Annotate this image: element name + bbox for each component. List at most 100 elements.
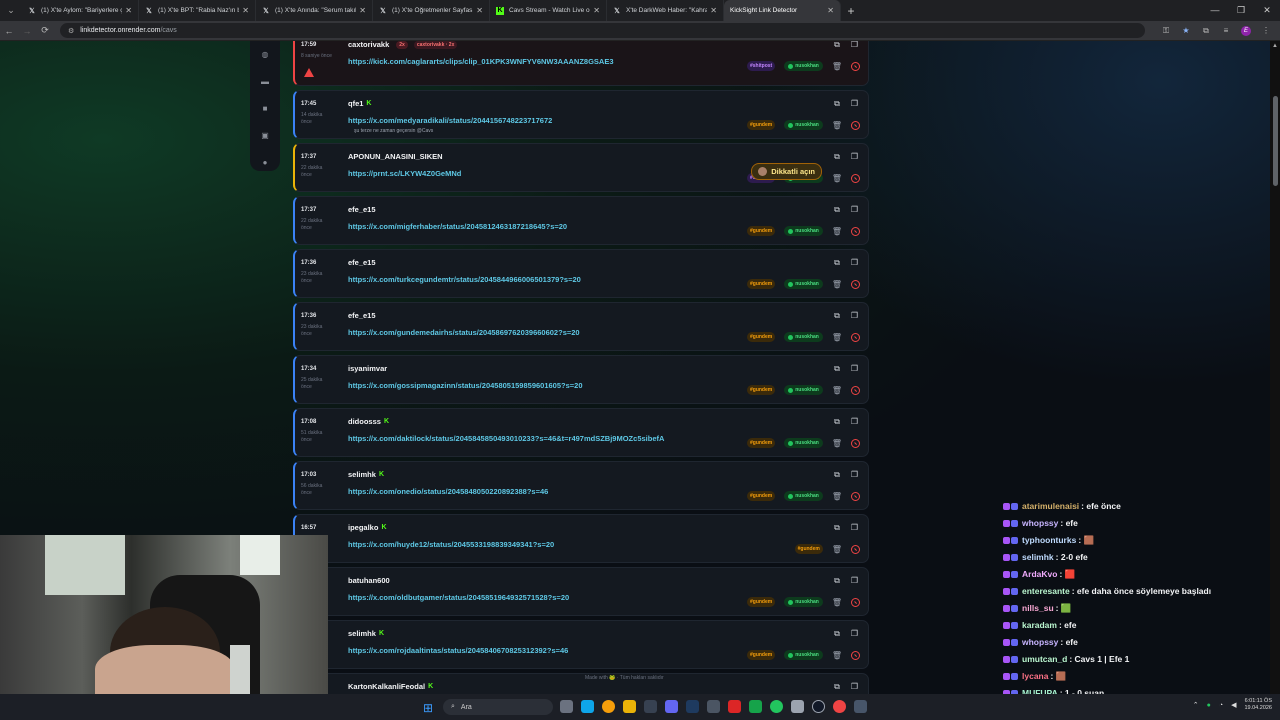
ban-icon[interactable] bbox=[851, 279, 860, 289]
ban-icon[interactable] bbox=[851, 438, 860, 448]
forward-icon[interactable]: → bbox=[18, 26, 36, 36]
chat-username[interactable]: enteresante bbox=[1022, 583, 1070, 600]
card-link[interactable]: https://x.com/huyde12/status/20455331988… bbox=[348, 540, 554, 549]
copy-icon[interactable]: ❐ bbox=[851, 576, 858, 586]
delete-icon[interactable]: 🗑 bbox=[832, 651, 842, 660]
card-link[interactable]: https://prnt.sc/LKYW4Z0GeMNd bbox=[348, 169, 461, 178]
category-tag[interactable]: #gundem bbox=[746, 226, 776, 236]
browser-tab[interactable]: KickSight Link Detector ✕ bbox=[724, 0, 841, 21]
maximize-icon[interactable]: ❐ bbox=[1228, 0, 1254, 21]
chat-username[interactable]: selimhk bbox=[1022, 549, 1054, 566]
whatsapp-app-icon[interactable] bbox=[749, 700, 762, 713]
category-tag[interactable]: #gundem bbox=[746, 332, 776, 342]
chat-username[interactable]: typhoonturks bbox=[1022, 532, 1076, 549]
windows-start-icon[interactable]: ⊞ bbox=[423, 701, 433, 715]
browser-tab[interactable]: 𝕏 X'te DarkWeb Haber: "Kahraman✕ bbox=[607, 0, 724, 21]
category-tag[interactable]: #gundem bbox=[746, 279, 776, 289]
copy-icon[interactable]: ❐ bbox=[851, 523, 858, 533]
ban-icon[interactable] bbox=[851, 332, 860, 342]
extensions-icon[interactable]: ⧉ bbox=[1196, 26, 1216, 36]
open-external-icon[interactable]: ⧉ bbox=[834, 311, 840, 321]
chat-username[interactable]: whopssy bbox=[1022, 634, 1058, 651]
explorer-app-icon[interactable] bbox=[560, 700, 573, 713]
spotify-app-icon[interactable] bbox=[770, 700, 783, 713]
open-external-icon[interactable]: ⧉ bbox=[834, 205, 840, 215]
app-icon[interactable] bbox=[707, 700, 720, 713]
delete-icon[interactable]: 🗑 bbox=[832, 386, 842, 395]
reload-icon[interactable]: ⟳ bbox=[36, 25, 54, 36]
copy-icon[interactable]: ❐ bbox=[851, 364, 858, 374]
chat-username[interactable]: whopssy bbox=[1022, 515, 1058, 532]
close-tab-icon[interactable]: ✕ bbox=[125, 6, 132, 15]
globe-icon[interactable]: ◍ bbox=[262, 41, 269, 68]
close-tab-icon[interactable]: ✕ bbox=[710, 6, 717, 15]
copy-icon[interactable]: ❐ bbox=[851, 682, 858, 692]
category-tag[interactable]: #gundem bbox=[746, 120, 776, 130]
close-tab-icon[interactable]: ✕ bbox=[359, 6, 366, 15]
ban-icon[interactable] bbox=[851, 385, 860, 395]
copy-icon[interactable]: ❐ bbox=[851, 152, 858, 162]
chat-username[interactable]: karadam bbox=[1022, 617, 1057, 634]
chrome-app-icon[interactable] bbox=[833, 700, 846, 713]
app-icon[interactable] bbox=[644, 700, 657, 713]
card-link[interactable]: https://x.com/migferhaber/status/2045812… bbox=[348, 222, 567, 231]
open-external-icon[interactable]: ⧉ bbox=[834, 152, 840, 162]
tray-app-icon[interactable]: ● bbox=[1207, 702, 1211, 709]
chat-username[interactable]: ArdaKvo bbox=[1022, 566, 1057, 583]
minimize-icon[interactable]: — bbox=[1202, 0, 1228, 21]
bookmark-star-icon[interactable]: ★ bbox=[1176, 26, 1196, 35]
category-tag[interactable]: #gundem bbox=[746, 491, 776, 501]
camera-icon[interactable]: ■ bbox=[263, 95, 268, 122]
copy-icon[interactable]: ❐ bbox=[851, 629, 858, 639]
delete-icon[interactable]: 🗑 bbox=[832, 227, 842, 236]
app-icon[interactable] bbox=[854, 700, 867, 713]
browser-tab[interactable]: 𝕏 (1) X'te Öğretmenler Sayfası "F ✕ bbox=[373, 0, 490, 21]
category-tag[interactable]: #gundem bbox=[794, 544, 823, 554]
delete-icon[interactable]: 🗑 bbox=[832, 492, 842, 501]
open-external-icon[interactable]: ⧉ bbox=[834, 41, 840, 50]
taskbar-clock[interactable]: 6:01:11 ÖS 19.04.2026 bbox=[1244, 698, 1272, 712]
circle-icon[interactable]: ● bbox=[263, 149, 268, 176]
delete-icon[interactable]: 🗑 bbox=[832, 121, 842, 130]
category-tag[interactable]: #shitpost bbox=[746, 61, 776, 71]
close-tab-icon[interactable]: ✕ bbox=[827, 6, 834, 15]
browser-tab[interactable]: 𝕏 (1) X'te BPT: "Rabia Naz'ın baba✕ bbox=[139, 0, 256, 21]
media-icon[interactable]: ≡ bbox=[1216, 26, 1236, 35]
category-tag[interactable]: #gundem bbox=[746, 597, 776, 607]
open-external-icon[interactable]: ⧉ bbox=[834, 682, 840, 692]
close-window-icon[interactable]: ✕ bbox=[1254, 0, 1280, 21]
site-info-icon[interactable]: ⚙ bbox=[68, 27, 74, 35]
card-link[interactable]: https://x.com/medyaradikali/status/20441… bbox=[348, 116, 552, 125]
ban-icon[interactable] bbox=[851, 120, 860, 130]
browser-tab[interactable]: 𝕏 (1) X'te Anında: "Serum takılı ol ✕ bbox=[256, 0, 373, 21]
delete-icon[interactable]: 🗑 bbox=[832, 598, 842, 607]
category-tag[interactable]: #gundem bbox=[746, 385, 776, 395]
card-link[interactable]: https://x.com/rojdaaltintas/status/20458… bbox=[348, 646, 568, 655]
ban-icon[interactable] bbox=[851, 597, 860, 607]
close-tab-icon[interactable]: ✕ bbox=[476, 6, 483, 15]
chat-username[interactable]: atarimulenaisi bbox=[1022, 498, 1079, 515]
wifi-icon[interactable]: ◔ bbox=[1219, 702, 1223, 709]
image-icon[interactable]: ▣ bbox=[261, 122, 269, 149]
scroll-up-icon[interactable]: ▲ bbox=[1272, 43, 1278, 49]
card-link[interactable]: https://x.com/daktilock/status/204584585… bbox=[348, 434, 664, 443]
card-link[interactable]: https://x.com/oldbutgamer/status/2045851… bbox=[348, 593, 569, 602]
ban-icon[interactable] bbox=[851, 173, 860, 183]
chat-username[interactable]: nills_su bbox=[1022, 600, 1054, 617]
open-external-icon[interactable]: ⧉ bbox=[834, 364, 840, 374]
discord-app-icon[interactable] bbox=[665, 700, 678, 713]
browser-tab[interactable]: K Cavs Stream - Watch Live on Kic✕ bbox=[490, 0, 607, 21]
delete-icon[interactable]: 🗑 bbox=[832, 62, 842, 71]
delete-icon[interactable]: 🗑 bbox=[832, 280, 842, 289]
ban-icon[interactable] bbox=[851, 491, 860, 501]
steam-app-icon[interactable] bbox=[686, 700, 699, 713]
ban-icon[interactable] bbox=[851, 226, 860, 236]
tab-search-icon[interactable]: ⌄ bbox=[0, 0, 22, 21]
delete-icon[interactable]: 🗑 bbox=[832, 333, 842, 342]
edge-app-icon[interactable] bbox=[581, 700, 594, 713]
profile-avatar[interactable]: E bbox=[1236, 25, 1256, 36]
url-field[interactable]: ⚙ linkdetector.onrender.com/cavs bbox=[60, 23, 1145, 38]
open-external-icon[interactable]: ⧉ bbox=[834, 629, 840, 639]
copy-icon[interactable]: ❐ bbox=[851, 311, 858, 321]
tray-expand-icon[interactable]: ⌃ bbox=[1193, 701, 1199, 709]
